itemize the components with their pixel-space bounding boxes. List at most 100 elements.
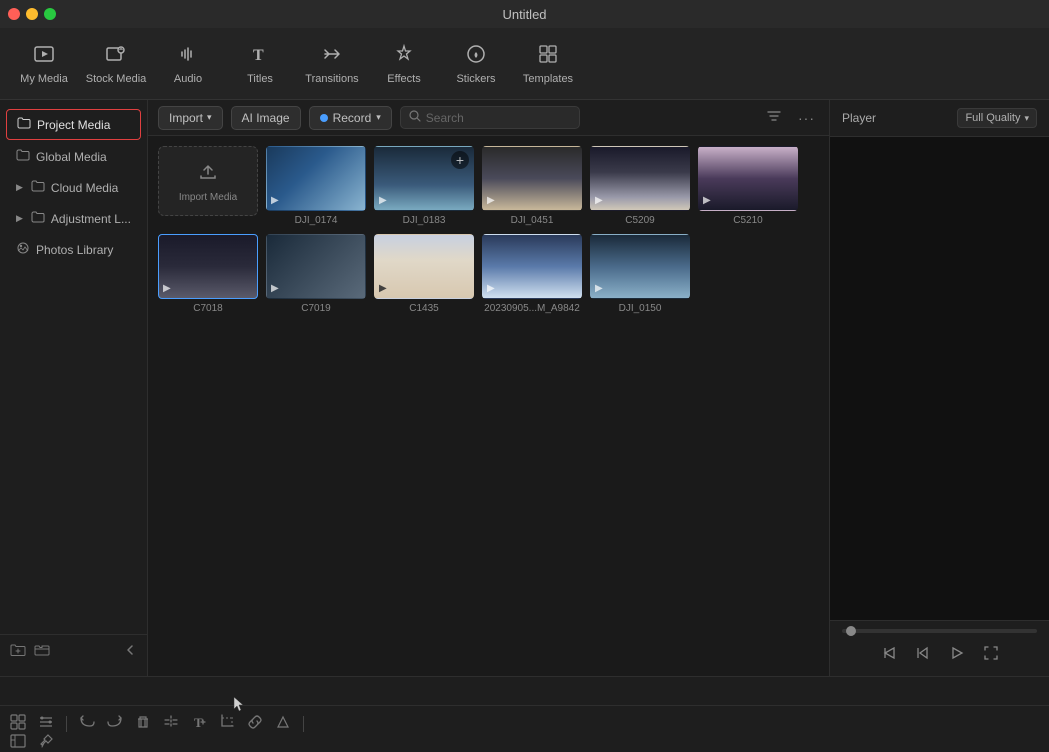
global-media-label: Global Media — [36, 150, 107, 164]
media-item-dji0174[interactable]: ▶ DJI_0174 — [266, 146, 366, 226]
media-label-dji0183: DJI_0183 — [374, 215, 474, 226]
sidebar: Project Media Global Media ▶ Cloud Media… — [0, 100, 148, 676]
split-icon[interactable] — [163, 714, 179, 733]
quality-selector[interactable]: Full Quality ▾ — [957, 108, 1037, 128]
trim-tool-icon[interactable] — [38, 714, 54, 733]
video-icon5: ▶ — [703, 195, 711, 206]
media-item-20230905[interactable]: ▶ 20230905...M_A9842 — [482, 234, 582, 314]
player-play-button[interactable] — [947, 643, 967, 668]
bottom-area: T — [0, 676, 1049, 752]
media-item-c1435[interactable]: ▶ C1435 — [374, 234, 474, 314]
player-progress-bar[interactable] — [842, 629, 1037, 633]
stock-media-icon — [105, 43, 127, 69]
player-label: Player — [842, 111, 876, 125]
media-item-dji0150[interactable]: ▶ DJI_0150 — [590, 234, 690, 314]
content-toolbar: Import ▾ AI Image Record ▾ — [148, 100, 829, 136]
folder-icon — [17, 116, 31, 133]
filter-button[interactable] — [762, 104, 786, 131]
close-button[interactable] — [8, 8, 20, 20]
player-skip-back-button[interactable] — [879, 643, 899, 668]
player-fullscreen-button[interactable] — [981, 643, 1001, 668]
scene-icon[interactable] — [10, 733, 26, 752]
record-dot-icon — [320, 114, 328, 122]
maximize-button[interactable] — [44, 8, 56, 20]
text-overlay-icon[interactable]: T — [191, 714, 207, 733]
search-input[interactable] — [426, 111, 571, 125]
crop-icon[interactable] — [219, 714, 235, 733]
media-item-c7018[interactable]: ▶ C7018 — [158, 234, 258, 314]
player-canvas — [830, 137, 1049, 620]
shape-icon[interactable] — [275, 714, 291, 733]
more-icon: ··· — [798, 110, 815, 126]
sidebar-item-project-media[interactable]: Project Media — [6, 109, 141, 140]
transitions-label: Transitions — [305, 73, 358, 85]
cloud-folder-icon — [31, 179, 45, 196]
new-folder-icon[interactable] — [10, 643, 26, 660]
sidebar-item-global-media[interactable]: Global Media — [6, 142, 141, 171]
toolbar-titles[interactable]: T Titles — [224, 34, 296, 94]
project-media-label: Project Media — [37, 118, 110, 132]
sidebar-item-cloud-media[interactable]: ▶ Cloud Media — [6, 173, 141, 202]
toolbar-stock-media[interactable]: Stock Media — [80, 34, 152, 94]
sidebar-item-adjustment[interactable]: ▶ Adjustment L... — [6, 204, 141, 233]
toolbar-templates[interactable]: Templates — [512, 34, 584, 94]
media-item-dji0451[interactable]: ▶ DJI_0451 — [482, 146, 582, 226]
content-area: Import ▾ AI Image Record ▾ — [148, 100, 829, 676]
import-button[interactable]: Import ▾ — [158, 106, 223, 130]
open-folder-icon[interactable] — [34, 643, 50, 660]
window-title: Untitled — [502, 7, 546, 22]
toolbar-stickers[interactable]: Stickers — [440, 34, 512, 94]
media-label-c1435: C1435 — [374, 303, 474, 314]
transitions-icon — [321, 43, 343, 69]
toolbar-effects[interactable]: Effects — [368, 34, 440, 94]
global-folder-icon — [16, 148, 30, 165]
collapse-sidebar-icon[interactable] — [123, 643, 137, 660]
titlebar: Untitled — [0, 0, 1049, 28]
video-icon9: ▶ — [487, 283, 495, 294]
import-label: Import — [169, 111, 203, 125]
minimize-button[interactable] — [26, 8, 38, 20]
stickers-icon — [465, 43, 487, 69]
link-icon[interactable] — [247, 714, 263, 733]
pin-icon[interactable] — [38, 733, 54, 752]
media-item-c7019[interactable]: ▶ C7019 — [266, 234, 366, 314]
divider-2 — [303, 716, 304, 732]
video-icon2: ▶ — [379, 195, 387, 206]
my-media-icon — [33, 43, 55, 69]
import-media-tile[interactable]: Import Media — [158, 146, 258, 226]
cursor — [232, 695, 246, 716]
player-thumb[interactable] — [846, 626, 856, 636]
toolbar-transitions[interactable]: Transitions — [296, 34, 368, 94]
video-icon6: ▶ — [163, 283, 171, 294]
timeline-controls — [0, 677, 1049, 706]
effects-icon — [393, 43, 415, 69]
search-icon — [409, 110, 421, 125]
media-label-dji0150: DJI_0150 — [590, 303, 690, 314]
player-step-back-button[interactable] — [913, 643, 933, 668]
player-header: Player Full Quality ▾ — [830, 100, 1049, 137]
search-box[interactable] — [400, 106, 580, 129]
audio-label: Audio — [174, 73, 202, 85]
delete-icon[interactable] — [135, 714, 151, 733]
more-options-button[interactable]: ··· — [794, 106, 819, 130]
toolbar-my-media[interactable]: My Media — [8, 34, 80, 94]
undo-icon[interactable] — [79, 714, 95, 733]
main-toolbar: My Media Stock Media Audio T Titles — [0, 28, 1049, 100]
media-item-dji0183[interactable]: + ▶ DJI_0183 — [374, 146, 474, 226]
sidebar-item-photos-library[interactable]: Photos Library — [6, 235, 141, 264]
record-button[interactable]: Record ▾ — [309, 106, 392, 130]
media-label-c7019: C7019 — [266, 303, 366, 314]
record-chevron-icon: ▾ — [376, 112, 381, 123]
media-item-c5209[interactable]: ▶ C5209 — [590, 146, 690, 226]
ai-image-label: AI Image — [242, 111, 290, 125]
redo-icon[interactable] — [107, 714, 123, 733]
video-icon7: ▶ — [271, 283, 279, 294]
add-icon[interactable]: + — [451, 151, 469, 169]
ai-image-button[interactable]: AI Image — [231, 106, 301, 130]
media-item-c5210[interactable]: ▶ C5210 — [698, 146, 798, 226]
media-label-dji0451: DJI_0451 — [482, 215, 582, 226]
media-label-dji0174: DJI_0174 — [266, 215, 366, 226]
media-label-c5210: C5210 — [698, 215, 798, 226]
toolbar-audio[interactable]: Audio — [152, 34, 224, 94]
select-tool-icon[interactable] — [10, 714, 26, 733]
